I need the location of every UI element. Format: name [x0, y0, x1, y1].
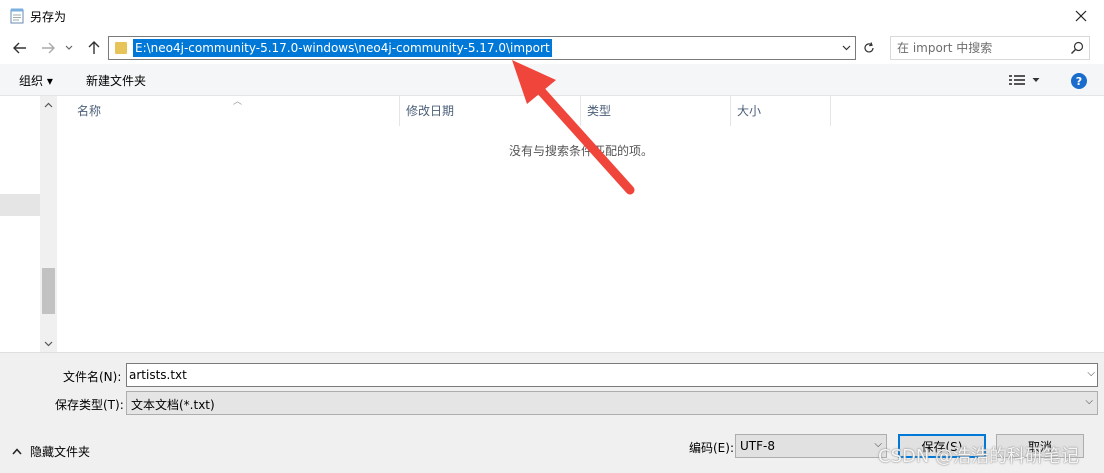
encoding-value: UTF-8: [740, 439, 775, 453]
navigation-pane-scrollbar[interactable]: [40, 96, 57, 352]
column-divider[interactable]: [830, 96, 831, 126]
address-bar[interactable]: E:\neo4j-community-5.17.0-windows\neo4j-…: [108, 36, 856, 60]
address-path[interactable]: E:\neo4j-community-5.17.0-windows\neo4j-…: [133, 39, 552, 57]
chevron-down-icon: [65, 45, 73, 50]
encoding-select[interactable]: UTF-8 ⌵: [735, 434, 887, 458]
arrow-right-icon: [42, 42, 55, 54]
close-icon: [1075, 10, 1087, 22]
arrow-up-icon: [88, 41, 100, 54]
filetype-label: 保存类型(T):: [55, 398, 124, 412]
help-icon: ?: [1075, 74, 1083, 88]
chevron-up-icon: [44, 102, 53, 107]
folder-icon: [115, 42, 127, 54]
chevron-up-icon: [12, 448, 22, 455]
notepad-icon: [10, 8, 24, 24]
filetype-select[interactable]: 文本文档(*.txt) ⌵: [126, 391, 1098, 415]
filename-combobox[interactable]: ⌵: [126, 363, 1098, 387]
column-header-type[interactable]: 类型: [581, 96, 730, 126]
column-header-size[interactable]: 大小: [731, 96, 830, 126]
column-header-name[interactable]: 名称: [71, 96, 399, 126]
selected-nav-item[interactable]: [0, 194, 40, 216]
scrollbar-thumb[interactable]: [42, 268, 55, 314]
file-list[interactable]: ︿ 名称 修改日期 类型 大小 没有与搜索条件匹配的项。: [57, 96, 1104, 352]
chevron-down-icon: ⌵: [1085, 396, 1093, 407]
filename-label: 文件名(N):: [63, 370, 122, 384]
search-input[interactable]: [897, 40, 1067, 56]
command-toolbar: 组织 ▾ 新建文件夹: [0, 64, 1104, 96]
search-box[interactable]: [890, 36, 1090, 60]
organize-menu[interactable]: 组织 ▾: [19, 72, 53, 89]
new-folder-button[interactable]: 新建文件夹: [86, 72, 146, 89]
back-button[interactable]: [10, 38, 30, 58]
refresh-button[interactable]: [858, 37, 880, 59]
refresh-icon: [864, 42, 874, 53]
hide-folders-label: 隐藏文件夹: [30, 445, 91, 459]
watermark-text: CSDN @浩浩的科研笔记: [878, 446, 1080, 467]
scroll-up-button[interactable]: [40, 96, 57, 113]
close-button[interactable]: [1058, 0, 1104, 32]
search-icon[interactable]: [1069, 40, 1085, 56]
filetype-value: 文本文档(*.txt): [131, 398, 215, 412]
chevron-down-icon: [44, 341, 53, 346]
chevron-down-icon[interactable]: ⌵: [1087, 368, 1095, 379]
hide-folders-toggle[interactable]: 隐藏文件夹: [12, 443, 90, 460]
filename-input[interactable]: [129, 367, 1069, 383]
chevron-down-icon: [1032, 78, 1040, 82]
change-view-button[interactable]: [1008, 72, 1044, 88]
recent-locations-button[interactable]: [62, 38, 76, 58]
forward-button[interactable]: [38, 38, 58, 58]
chevron-down-icon: [842, 45, 850, 51]
window-title: 另存为: [30, 10, 67, 24]
navigation-pane[interactable]: [0, 96, 40, 352]
up-button[interactable]: [84, 38, 104, 58]
help-button[interactable]: ?: [1071, 73, 1087, 89]
encoding-label: 编码(E):: [689, 441, 734, 455]
scroll-down-button[interactable]: [40, 335, 57, 352]
title-bar: 另存为: [0, 0, 1104, 32]
empty-results-message: 没有与搜索条件匹配的项。: [509, 144, 654, 158]
column-header-date[interactable]: 修改日期: [400, 96, 580, 126]
details-view-icon: [1009, 75, 1025, 85]
address-dropdown-button[interactable]: [839, 40, 853, 56]
arrow-left-icon: [13, 42, 26, 54]
